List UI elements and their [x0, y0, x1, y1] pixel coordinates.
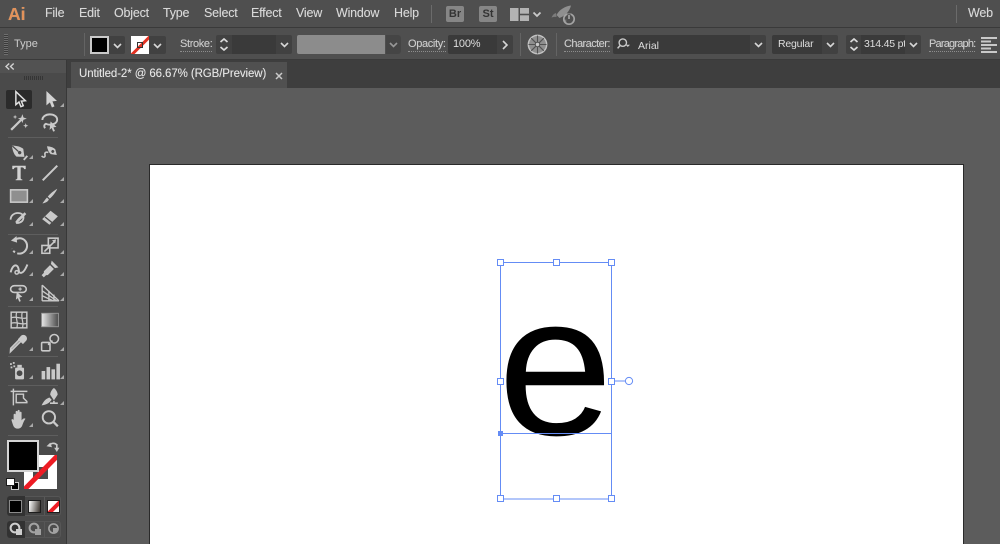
svg-text:e: e [498, 254, 614, 478]
